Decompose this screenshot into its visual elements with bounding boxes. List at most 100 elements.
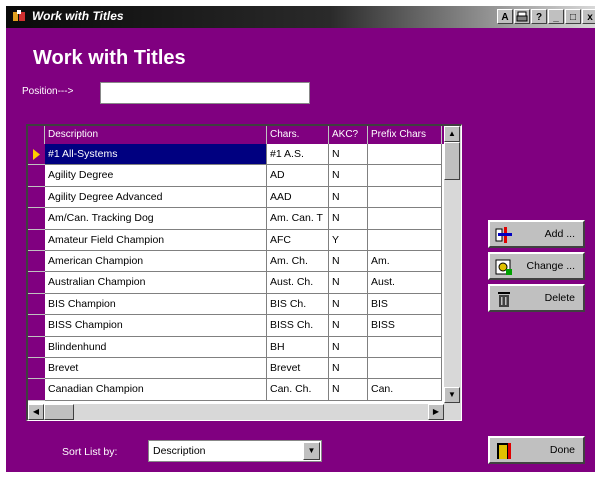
row-indicator[interactable] <box>28 186 45 209</box>
font-size-button[interactable]: A <box>497 9 513 24</box>
cell-description[interactable]: Am/Can. Tracking Dog <box>45 208 267 230</box>
cell-description[interactable]: Brevet <box>45 358 267 380</box>
cell-akc[interactable]: N <box>329 186 368 209</box>
table-row[interactable]: Brevet Brevet N <box>28 358 442 380</box>
change-button-label: Change ... <box>526 260 575 272</box>
window-title: Work with Titles <box>32 9 124 23</box>
cell-description[interactable]: American Champion <box>45 251 267 273</box>
cell-akc[interactable]: N <box>329 315 368 337</box>
cell-chars[interactable]: Aust. Ch. <box>267 272 329 294</box>
row-indicator[interactable] <box>28 315 45 337</box>
table-row[interactable]: Amateur Field Champion AFC Y <box>28 229 442 251</box>
cell-description[interactable]: #1 All-Systems <box>45 144 267 166</box>
cell-chars[interactable]: Am. Can. T <box>267 208 329 230</box>
cell-prefix-chars[interactable] <box>368 336 442 358</box>
cell-prefix-chars[interactable] <box>368 229 442 251</box>
row-indicator[interactable] <box>28 272 45 294</box>
row-indicator[interactable] <box>28 358 45 380</box>
cell-akc[interactable]: N <box>329 144 368 166</box>
table-row[interactable]: #1 All-Systems #1 A.S. N <box>28 144 442 166</box>
cell-akc[interactable]: N <box>329 272 368 294</box>
horizontal-scroll-thumb[interactable] <box>44 404 74 420</box>
row-indicator[interactable] <box>28 165 45 187</box>
cell-prefix-chars[interactable] <box>368 165 442 187</box>
row-indicator[interactable] <box>28 336 45 358</box>
cell-chars[interactable]: AAD <box>267 186 329 209</box>
scroll-up-icon[interactable]: ▲ <box>444 126 460 142</box>
help-button[interactable]: ? <box>531 9 547 24</box>
row-indicator[interactable] <box>28 293 45 316</box>
close-button[interactable]: x <box>582 9 595 24</box>
table-row[interactable]: BIS Champion BIS Ch. N BIS <box>28 293 442 316</box>
vertical-scroll-thumb[interactable] <box>444 142 460 180</box>
column-header-prefix-chars[interactable]: Prefix Chars <box>368 126 442 144</box>
cell-description[interactable]: Blindenhund <box>45 336 267 358</box>
minimize-button[interactable]: _ <box>548 9 564 24</box>
vertical-scrollbar[interactable]: ▲ ▼ <box>444 126 461 404</box>
table-row[interactable]: Am/Can. Tracking Dog Am. Can. TN <box>28 208 442 230</box>
cell-description[interactable]: Amateur Field Champion <box>45 229 267 251</box>
cell-prefix-chars[interactable]: BISS <box>368 315 442 337</box>
maximize-button[interactable]: □ <box>565 9 581 24</box>
done-button[interactable]: Done <box>488 436 585 464</box>
column-header-akc[interactable]: AKC? <box>329 126 368 144</box>
horizontal-scrollbar[interactable]: ◀ ▶ <box>28 404 461 420</box>
column-header-chars[interactable]: Chars. <box>267 126 329 144</box>
sort-select[interactable]: Description ▼ <box>148 440 322 462</box>
position-input[interactable] <box>100 82 310 104</box>
scroll-left-icon[interactable]: ◀ <box>28 404 44 420</box>
cell-prefix-chars[interactable] <box>368 186 442 209</box>
cell-akc[interactable]: N <box>329 251 368 273</box>
cell-akc[interactable]: N <box>329 293 368 316</box>
cell-chars[interactable]: BISS Ch. <box>267 315 329 337</box>
cell-prefix-chars[interactable] <box>368 208 442 230</box>
cell-prefix-chars[interactable]: Can. <box>368 379 442 401</box>
add-button[interactable]: Add ... <box>488 220 585 248</box>
row-indicator[interactable] <box>28 251 45 273</box>
cell-chars[interactable]: #1 A.S. <box>267 144 329 166</box>
column-header-description[interactable]: Description <box>45 126 267 144</box>
cell-prefix-chars[interactable]: Am. <box>368 251 442 273</box>
cell-chars[interactable]: Can. Ch. <box>267 379 329 401</box>
current-row-arrow-icon[interactable] <box>28 144 45 166</box>
table-row[interactable]: American Champion Am. Ch. N Am. <box>28 251 442 273</box>
row-indicator[interactable] <box>28 379 45 401</box>
table-row[interactable]: Australian Champion Aust. Ch. N Aust. <box>28 272 442 294</box>
cell-description[interactable]: BIS Champion <box>45 293 267 316</box>
cell-akc[interactable]: Y <box>329 229 368 251</box>
cell-chars[interactable]: BH <box>267 336 329 358</box>
cell-description[interactable]: Agility Degree Advanced <box>45 186 267 209</box>
cell-chars[interactable]: AD <box>267 165 329 187</box>
table-row[interactable]: Canadian Champion Can. Ch. N Can. <box>28 379 442 401</box>
table-row[interactable]: Agility Degree AD N <box>28 165 442 187</box>
scroll-right-icon[interactable]: ▶ <box>428 404 444 420</box>
table-row[interactable]: Blindenhund BH N <box>28 336 442 358</box>
cell-akc[interactable]: N <box>329 208 368 230</box>
cell-prefix-chars[interactable] <box>368 144 442 166</box>
delete-button[interactable]: Delete <box>488 284 585 312</box>
cell-description[interactable]: BISS Champion <box>45 315 267 337</box>
cell-prefix-chars[interactable] <box>368 358 442 380</box>
chevron-down-icon[interactable]: ▼ <box>303 442 320 460</box>
table-row[interactable]: BISS Champion BISS Ch. N BISS <box>28 315 442 337</box>
cell-chars[interactable]: Brevet <box>267 358 329 380</box>
cell-akc[interactable]: N <box>329 379 368 401</box>
cell-description[interactable]: Canadian Champion <box>45 379 267 401</box>
scroll-down-icon[interactable]: ▼ <box>444 387 460 403</box>
cell-chars[interactable]: BIS Ch. <box>267 293 329 316</box>
cell-prefix-chars[interactable]: Aust. <box>368 272 442 294</box>
change-button[interactable]: Change ... <box>488 252 585 280</box>
cell-chars[interactable]: AFC <box>267 229 329 251</box>
row-indicator[interactable] <box>28 208 45 230</box>
cell-description[interactable]: Agility Degree <box>45 165 267 187</box>
cell-akc[interactable]: N <box>329 336 368 358</box>
cell-prefix-chars[interactable]: BIS <box>368 293 442 316</box>
cell-chars[interactable]: Am. Ch. <box>267 251 329 273</box>
cell-akc[interactable]: N <box>329 358 368 380</box>
print-icon[interactable] <box>514 9 530 24</box>
row-indicator[interactable] <box>28 229 45 251</box>
table-row[interactable]: Agility Degree Advanced AAD N <box>28 186 442 209</box>
cell-description[interactable]: Australian Champion <box>45 272 267 294</box>
header-indicator-cell <box>28 126 45 144</box>
cell-akc[interactable]: N <box>329 165 368 187</box>
